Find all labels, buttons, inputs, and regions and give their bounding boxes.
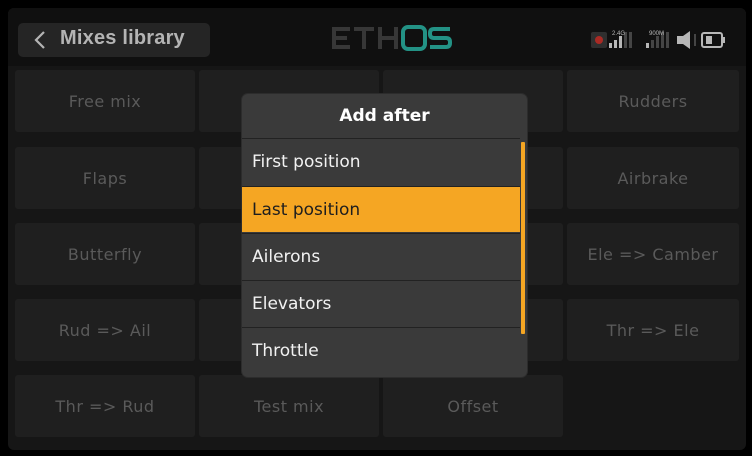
dialog-title: Add after: [339, 106, 430, 126]
list-item[interactable]: Elevators: [242, 280, 520, 326]
list-item[interactable]: Throttle: [242, 327, 520, 373]
list-item[interactable]: Ailerons: [242, 233, 520, 279]
scrollbar[interactable]: [521, 142, 525, 334]
screen: Mixes library 2.4G 900M Free mix Rudders…: [8, 8, 746, 450]
list-item[interactable]: First position: [242, 138, 520, 184]
add-after-dialog: Add after First position Last position A…: [242, 94, 527, 377]
list-item-selected[interactable]: Last position: [242, 186, 520, 232]
